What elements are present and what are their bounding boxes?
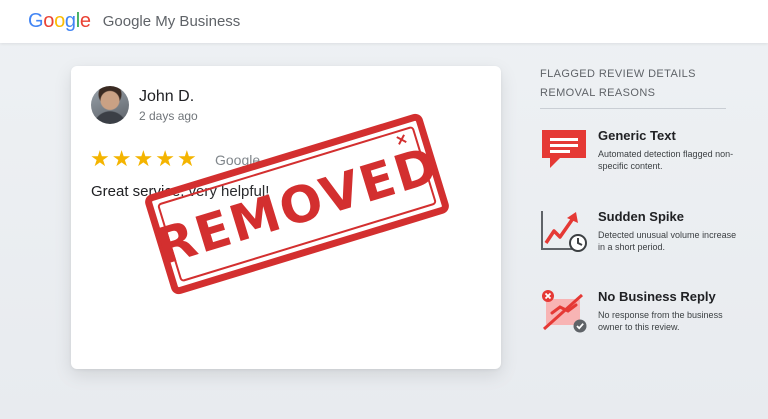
logo-letter: o bbox=[43, 10, 55, 32]
star-icon: ★ bbox=[111, 146, 132, 171]
chat-bubble-icon bbox=[542, 130, 586, 168]
panel-divider bbox=[540, 108, 726, 109]
star-icon: ★ bbox=[176, 146, 197, 171]
reason-title: Generic Text bbox=[598, 128, 676, 143]
google-logo[interactable]: G o o g l e bbox=[28, 10, 91, 33]
panel-heading-details: FLAGGED REVIEW DETAILS bbox=[540, 68, 696, 80]
reason-description: Automated detection flagged non-specific… bbox=[598, 149, 734, 171]
logo-letter: g bbox=[64, 10, 76, 32]
logo-letter: o bbox=[54, 10, 65, 32]
top-bar: G o o g l e Google My Business bbox=[0, 0, 768, 43]
reviewer-name: John D. bbox=[139, 88, 195, 105]
star-rating: ★ ★ ★ ★ ★ bbox=[90, 148, 197, 170]
reason-description: Detected unusual volume increase in a sh… bbox=[598, 230, 737, 252]
avatar bbox=[91, 86, 129, 124]
logo-letter: e bbox=[79, 10, 91, 32]
reason-title: No Business Reply bbox=[598, 289, 716, 304]
reason-description: No response from the business owner to t… bbox=[598, 310, 723, 332]
no-handshake-icon bbox=[542, 290, 587, 333]
trend-spike-clock-icon bbox=[541, 211, 587, 252]
star-icon: ★ bbox=[155, 146, 175, 171]
product-name: Google My Business bbox=[102, 13, 241, 30]
panel-heading-reasons: REMOVAL REASONS bbox=[540, 87, 656, 99]
star-icon: ★ bbox=[90, 146, 110, 171]
review-date: 2 days ago bbox=[139, 109, 198, 123]
reason-title: Sudden Spike bbox=[598, 209, 684, 224]
star-icon: ★ bbox=[133, 146, 154, 171]
logo-letter: G bbox=[28, 10, 44, 32]
